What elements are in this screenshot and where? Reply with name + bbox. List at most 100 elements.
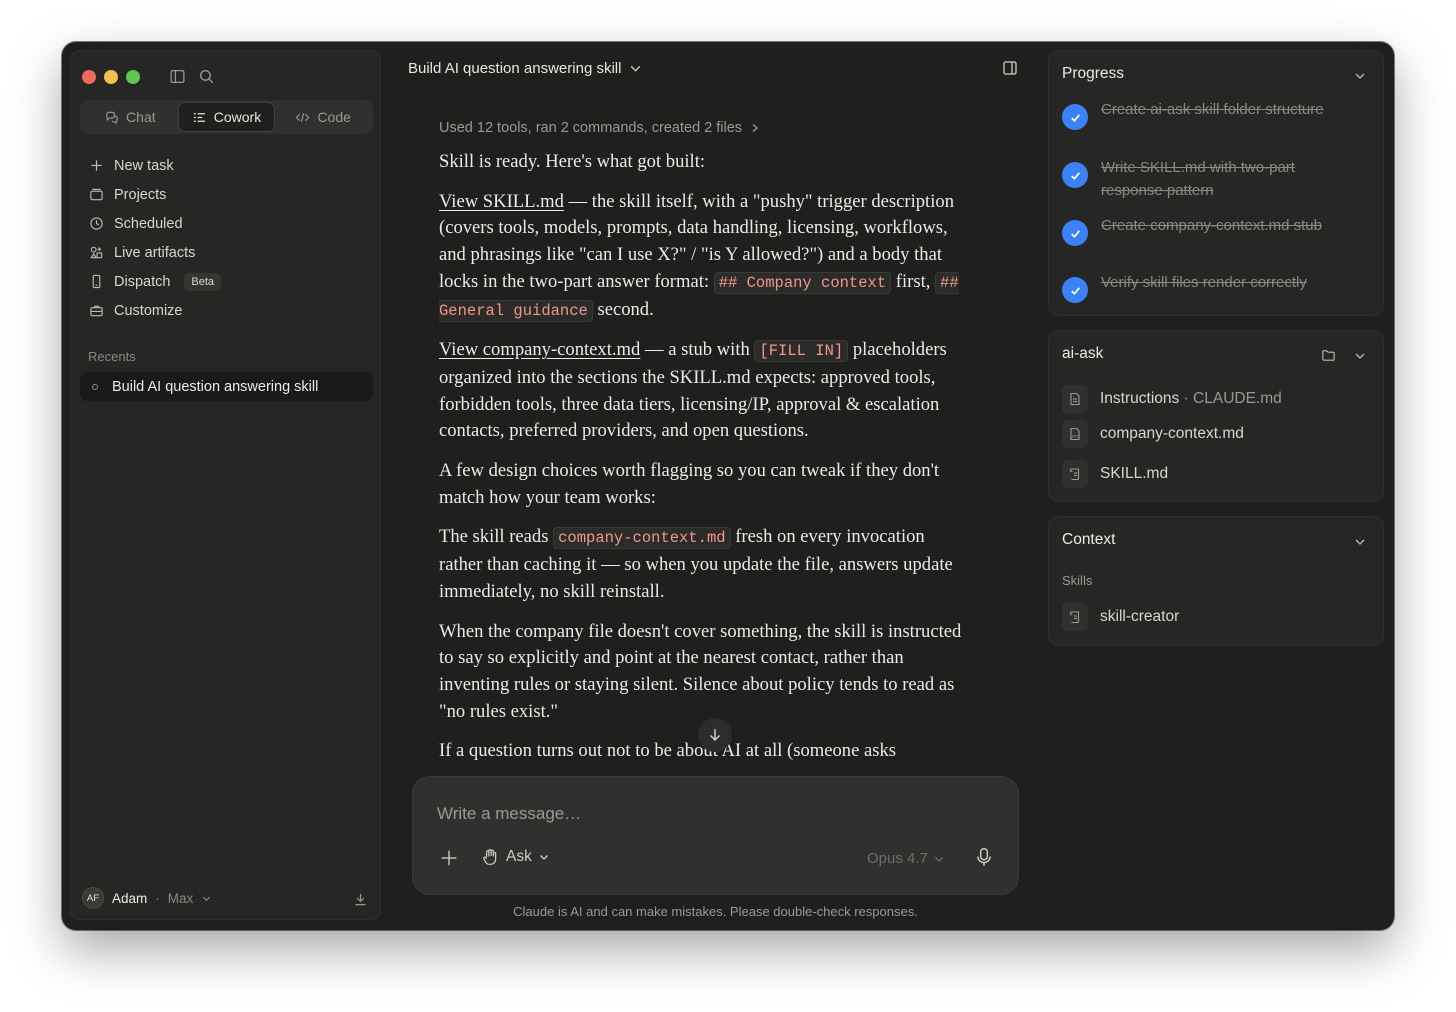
file-item-instructions[interactable]: Instructions · CLAUDE.md [1062, 385, 1282, 413]
scroll-down-button[interactable] [698, 718, 732, 752]
chevron-down-icon [539, 855, 548, 860]
folder-icon[interactable] [1321, 348, 1336, 363]
paragraph-context: View company-context.md — a stub with [F… [439, 337, 963, 445]
check-icon [1062, 104, 1088, 130]
chevron-down-icon [934, 856, 943, 862]
check-icon [1062, 220, 1088, 246]
model-label: Opus 4.7 [867, 850, 928, 867]
intro-paragraph: Skill is ready. Here's what got built: [439, 151, 706, 172]
message-composer[interactable]: Write a message… Ask Opus 4.7 [412, 776, 1019, 895]
progress-panel: Progress Create ai-ask skill folder stru… [1048, 50, 1384, 316]
search-icon[interactable] [198, 68, 215, 85]
user-name: Adam [112, 890, 148, 906]
recent-item[interactable]: Build AI question answering skill [80, 372, 373, 401]
download-icon[interactable] [353, 892, 368, 907]
sidebar-item-dispatch[interactable]: Dispatch Beta [80, 267, 373, 296]
scroll-file-icon [1062, 603, 1088, 631]
paragraph-text: The skill reads [439, 526, 554, 548]
chevron-down-icon [203, 896, 211, 901]
skills-label: Skills [1062, 573, 1093, 588]
skill-item[interactable]: skill-creator [1062, 603, 1179, 631]
files-panel-title: ai-ask [1062, 345, 1104, 362]
assistant-message: Skill is ready. Here's what got built: V… [439, 149, 963, 765]
mode-code[interactable]: Code [275, 102, 371, 132]
sidebar-item-label: New task [114, 157, 174, 174]
plus-icon [91, 160, 102, 171]
code-icon [296, 112, 310, 122]
files-panel: ai-ask Instructions · CLAUDE.md MD compa… [1048, 330, 1384, 502]
tools-summary-text: Used 12 tools, ran 2 commands, created 2… [439, 120, 743, 136]
user-plan: Max [167, 890, 194, 906]
mode-cowork[interactable]: Cowork [177, 102, 276, 132]
context-panel: Context Skills skill-creator [1048, 516, 1384, 646]
folder-icon [90, 188, 103, 201]
file-item-skill[interactable]: SKILL.md [1062, 460, 1168, 488]
page-title: Build AI question answering skill [408, 60, 622, 77]
sidebar-toggle-icon[interactable] [169, 68, 186, 85]
status-dot-icon [92, 383, 98, 390]
check-icon [1062, 277, 1088, 303]
beta-badge: Beta [184, 272, 222, 291]
inline-code: company-context.md [553, 527, 731, 550]
mode-chat[interactable]: Chat [82, 102, 178, 132]
progress-step-label: Write SKILL.md with two-part response pa… [1101, 159, 1295, 199]
mode-switch: Chat Cowork Code [80, 100, 373, 134]
close-window-button[interactable] [82, 70, 96, 84]
progress-title: Progress [1062, 65, 1125, 82]
paragraph-text: — a stub with [640, 339, 755, 361]
message-input[interactable]: Write a message… [437, 804, 581, 824]
user-plan-separator: · [155, 890, 160, 906]
panel-toggle-icon[interactable] [1002, 60, 1018, 76]
document-icon [1062, 385, 1088, 413]
paragraph-text: first, [891, 270, 936, 292]
markdown-file-icon: MD [1062, 420, 1088, 448]
maximize-window-button[interactable] [126, 70, 140, 84]
tools-summary[interactable]: Used 12 tools, ran 2 commands, created 2… [439, 120, 963, 136]
briefcase-icon [90, 305, 103, 317]
file-name: company-context.md [1100, 425, 1244, 442]
mode-code-label: Code [317, 109, 351, 125]
sidebar-item-label: Customize [114, 302, 183, 319]
chat-icon [106, 111, 118, 124]
sidebar-item-live-artifacts[interactable]: Live artifacts [80, 238, 373, 267]
progress-step-label: Create company-context.md stub [1101, 217, 1322, 234]
model-selector[interactable]: Opus 4.7 [867, 850, 944, 867]
chevron-down-icon [631, 65, 641, 72]
view-skill-link[interactable]: View SKILL.md [439, 191, 564, 212]
window-controls [82, 70, 140, 84]
arrow-down-icon [710, 729, 720, 741]
inline-code: [FILL IN] [754, 340, 849, 363]
file-item-company-context[interactable]: MD company-context.md [1062, 420, 1244, 448]
sidebar-item-label: Scheduled [114, 215, 183, 232]
avatar: AF [82, 887, 104, 909]
minimize-window-button[interactable] [104, 70, 118, 84]
progress-step: Create ai-ask skill folder structure [1062, 99, 1341, 130]
ask-mode-label: Ask [506, 848, 532, 865]
sidebar-item-scheduled[interactable]: Scheduled [80, 209, 373, 238]
paragraph-skill: View SKILL.md — the skill itself, with a… [439, 189, 963, 325]
microphone-icon[interactable] [975, 847, 993, 867]
sidebar-item-new-task[interactable]: New task [80, 151, 373, 180]
view-company-context-link[interactable]: View company-context.md [439, 339, 640, 360]
mode-chat-label: Chat [126, 109, 156, 125]
ask-mode-dropdown[interactable]: Ask [481, 848, 549, 866]
message-content: Used 12 tools, ran 2 commands, created 2… [439, 120, 963, 776]
user-menu[interactable]: AF Adam · Max [82, 887, 212, 909]
recents-heading: Recents [88, 349, 136, 364]
clock-icon [90, 217, 103, 230]
chevron-down-icon[interactable] [1354, 70, 1366, 82]
chat-title-dropdown[interactable]: Build AI question answering skill [408, 60, 642, 77]
chevron-down-icon[interactable] [1354, 350, 1366, 362]
check-icon [1062, 162, 1088, 188]
paragraph-design: A few design choices worth flagging so y… [439, 460, 940, 508]
main-chat: Build AI question answering skill Used 1… [382, 42, 1042, 930]
file-subname: · CLAUDE.md [1179, 390, 1282, 407]
add-attachment-icon[interactable] [440, 849, 458, 867]
sidebar-item-customize[interactable]: Customize [80, 296, 373, 325]
sidebar-item-projects[interactable]: Projects [80, 180, 373, 209]
progress-step: Write SKILL.md with two-part response pa… [1062, 157, 1341, 202]
sidebar-item-label: Projects [114, 186, 167, 203]
file-name: Instructions [1100, 390, 1180, 407]
svg-text:MD: MD [1072, 434, 1078, 439]
chevron-down-icon[interactable] [1354, 536, 1366, 548]
